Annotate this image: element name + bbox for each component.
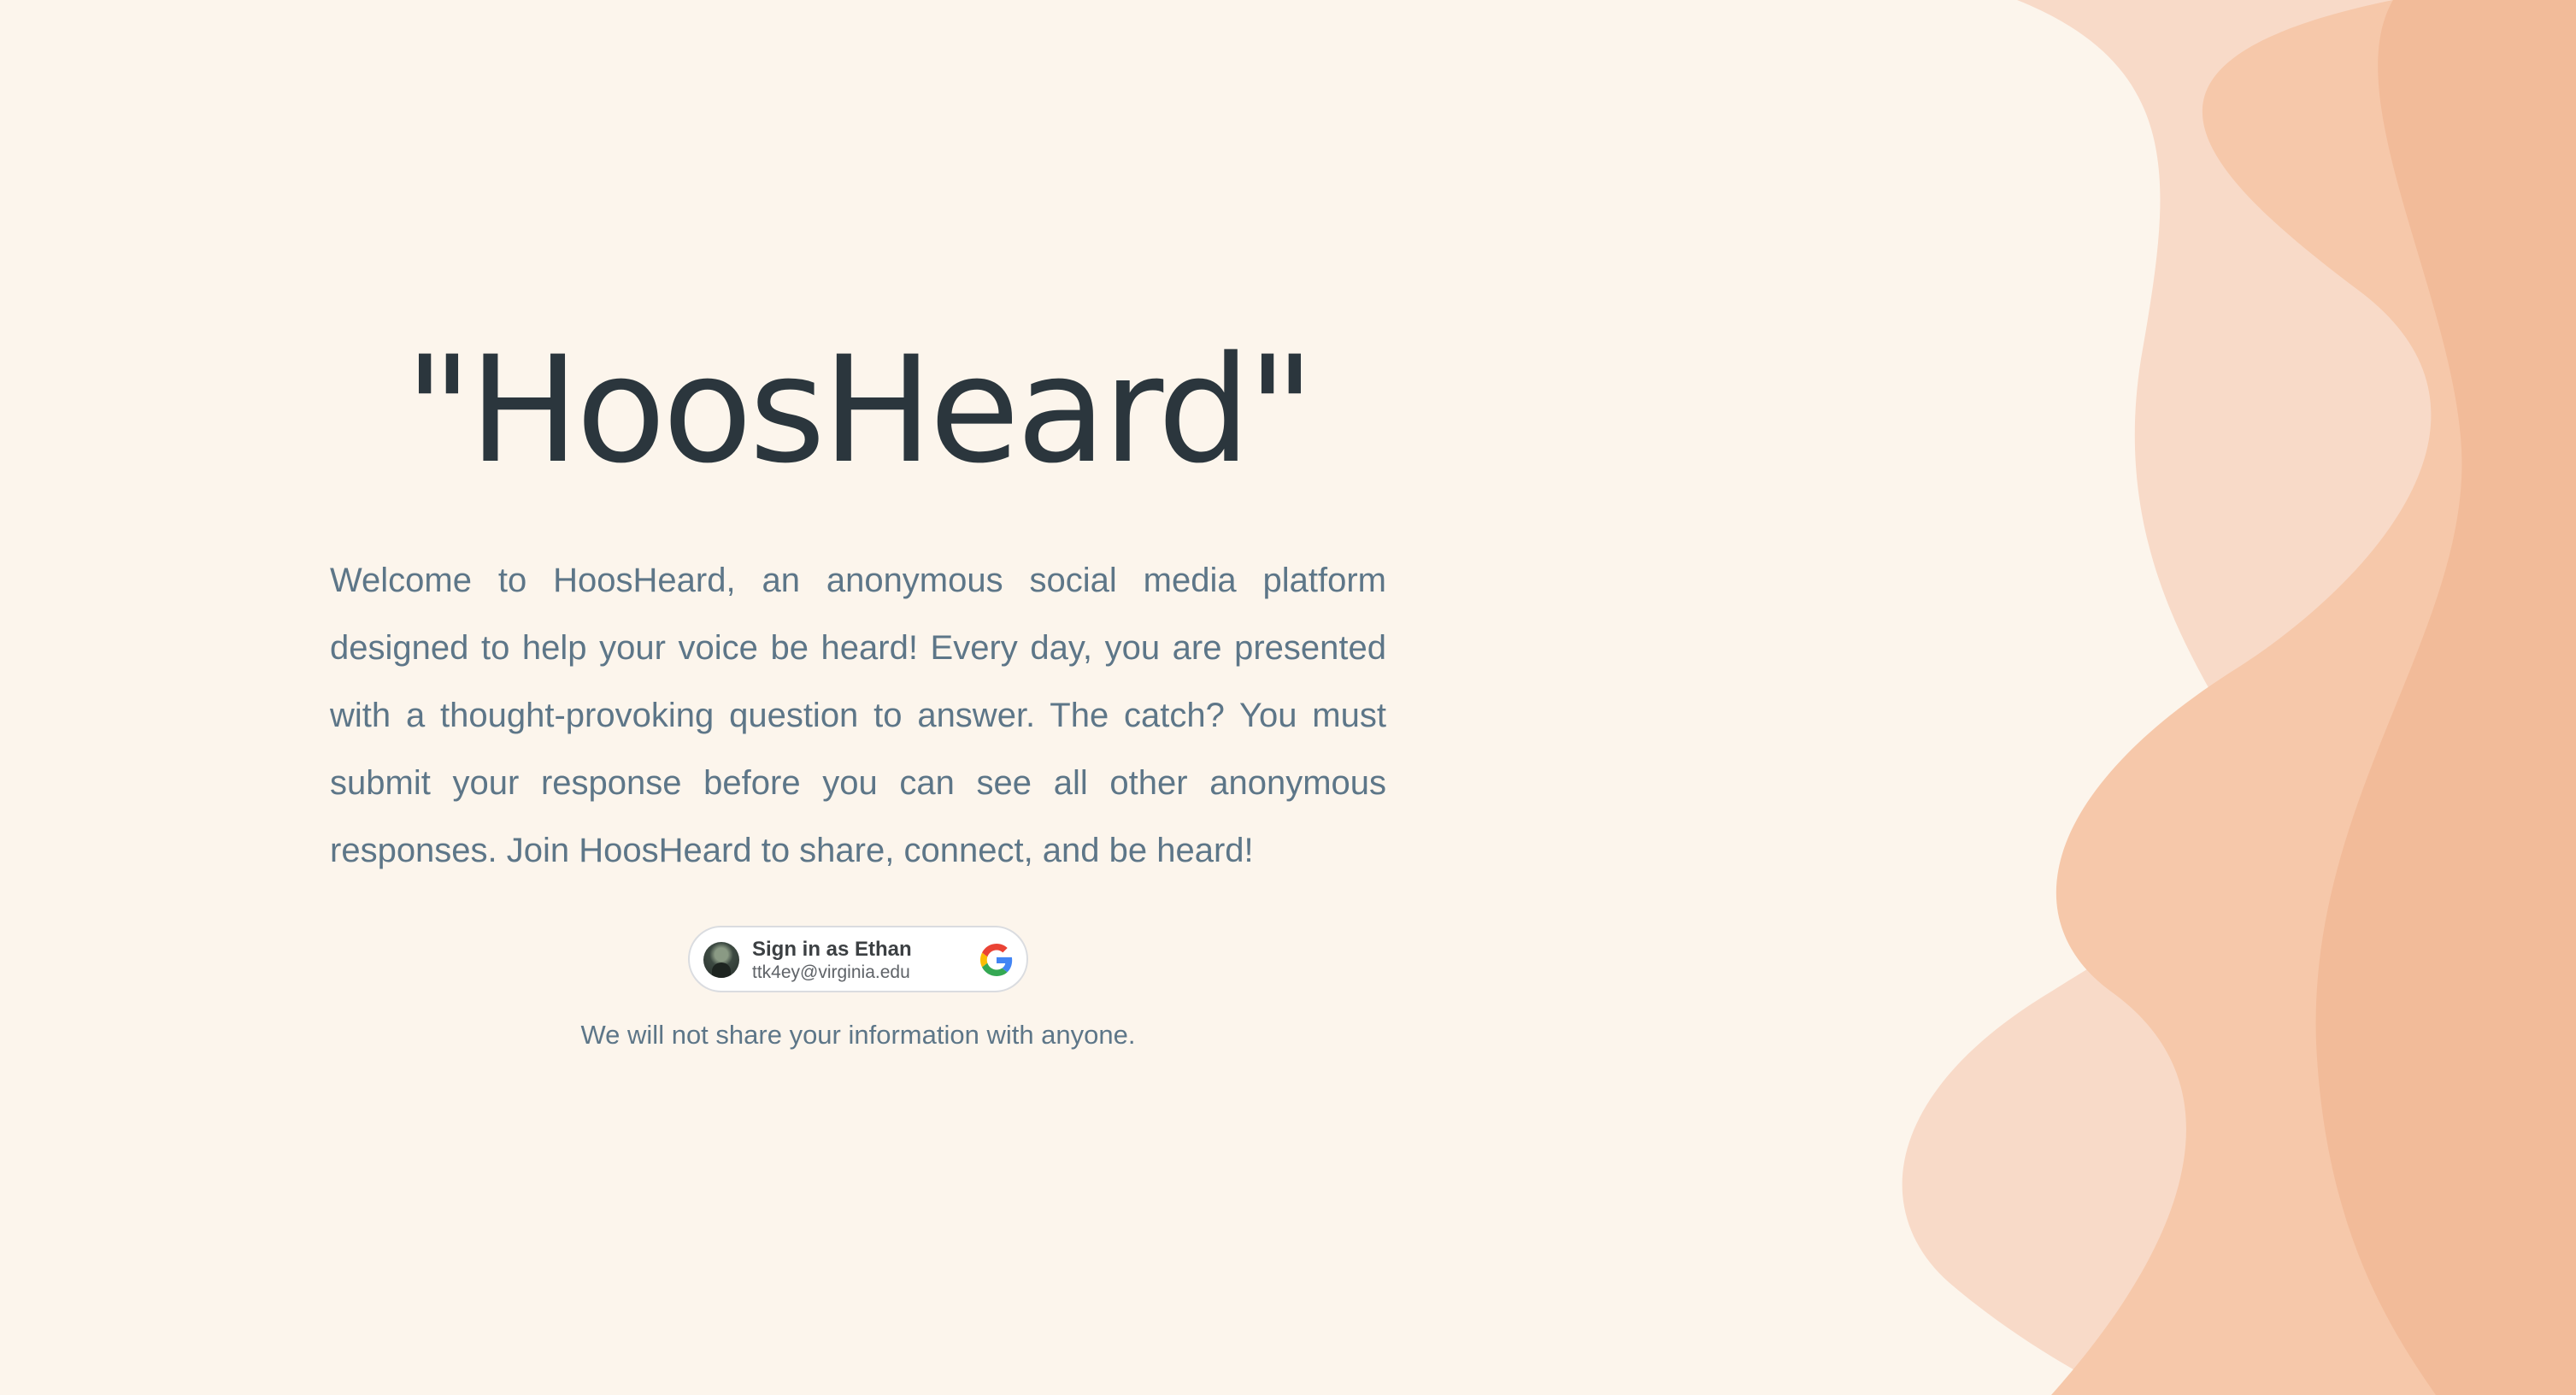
signin-account-name: Sign in as Ethan xyxy=(752,938,912,961)
welcome-description: Welcome to HoosHeard, an anonymous socia… xyxy=(330,562,1386,869)
google-signin-button[interactable]: Sign in as Ethan ttk4ey@virginia.edu xyxy=(688,926,1028,992)
main-content: "HoosHeard" Welcome to HoosHeard, an ano… xyxy=(330,325,1386,1052)
signin-account-email: ttk4ey@virginia.edu xyxy=(752,962,910,982)
privacy-disclaimer: We will not share your information with … xyxy=(580,1020,1136,1050)
user-avatar xyxy=(703,942,739,978)
app-logo-title: "HoosHeard" xyxy=(404,324,1314,496)
signin-container: Sign in as Ethan ttk4ey@virginia.edu xyxy=(330,926,1386,992)
signin-button-text: Sign in as Ethan ttk4ey@virginia.edu xyxy=(752,938,912,984)
landing-page: "HoosHeard" Welcome to HoosHeard, an ano… xyxy=(0,0,2576,1395)
google-g-icon xyxy=(980,944,1013,976)
